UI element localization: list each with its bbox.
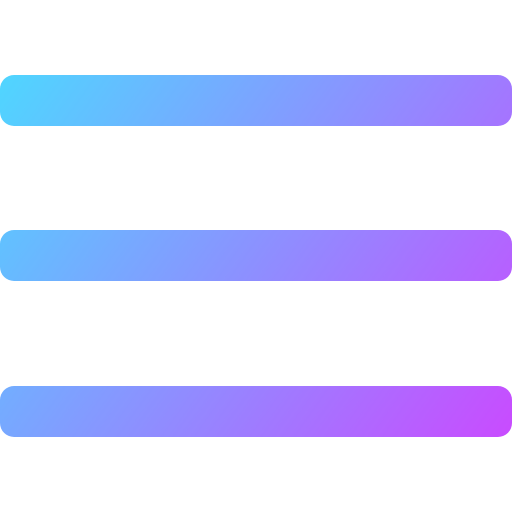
hamburger-menu-icon[interactable] (0, 0, 512, 512)
menu-bar-bottom (0, 386, 512, 437)
menu-icon-canvas (0, 0, 512, 512)
menu-bar-top (0, 75, 512, 126)
menu-bar-middle (0, 230, 512, 281)
